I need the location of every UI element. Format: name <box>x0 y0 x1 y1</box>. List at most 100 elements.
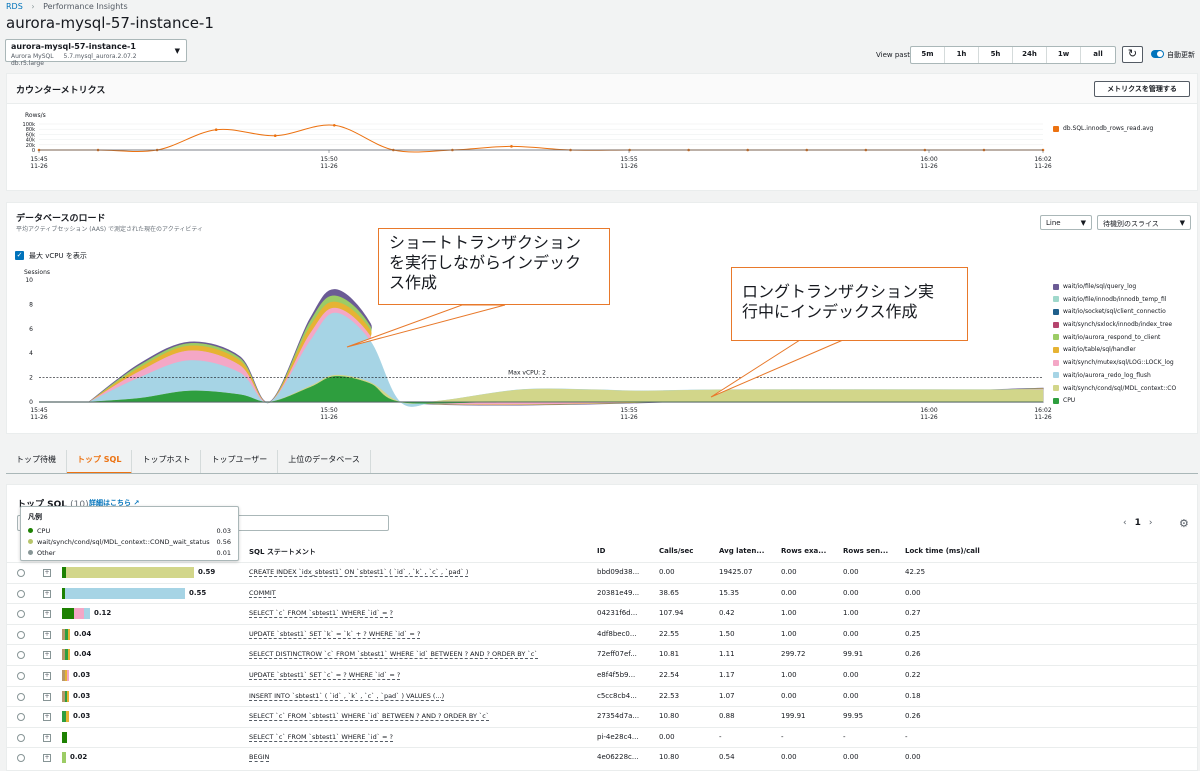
expand-icon[interactable]: + <box>43 672 51 680</box>
counter-xtick-date: 11-26 <box>1034 163 1052 170</box>
calls-per-sec: 10.81 <box>659 650 680 659</box>
row-radio[interactable] <box>17 672 25 680</box>
expand-icon[interactable]: + <box>43 713 51 722</box>
load-xtick-date: 11-26 <box>620 414 638 421</box>
view-past-5m[interactable]: 5m <box>911 47 945 63</box>
expand-icon[interactable]: + <box>43 692 51 701</box>
chart-type-select[interactable]: Line ▼ <box>1040 215 1092 230</box>
table-row[interactable]: +0.12 SELECT `c` FROM `sbtest1` WHERE `id… <box>7 603 1197 623</box>
table-row[interactable]: +0.03 SELECT `c` FROM `sbtest1` WHERE `id… <box>7 706 1197 726</box>
tooltip-label: wait/synch/cond/sql/MDL_context::COND_wa… <box>28 538 210 546</box>
sql-statement[interactable]: UPDATE `sbtest1` SET `k` = `k` + ? WHERE… <box>249 630 421 639</box>
col-sql[interactable]: SQL ステートメント <box>249 547 316 557</box>
load-legend-item[interactable]: wait/synch/mutex/sql/LOG::LOCK_log <box>1053 357 1176 368</box>
row-radio[interactable] <box>17 754 25 763</box>
sql-statement[interactable]: CREATE INDEX `idx_sbtest1` ON `sbtest1` … <box>249 568 469 577</box>
col-rows-sent[interactable]: Rows sen... <box>843 547 888 555</box>
col-rows-examined[interactable]: Rows exa... <box>781 547 826 555</box>
view-past-all[interactable]: all <box>1081 47 1115 63</box>
row-radio[interactable] <box>17 733 25 742</box>
sql-statement[interactable]: SELECT `c` FROM `sbtest1` WHERE `id` BET… <box>249 712 490 722</box>
load-legend-label: wait/io/aurora_redo_log_flush <box>1063 371 1151 379</box>
refresh-button[interactable]: ↻ <box>1122 46 1143 63</box>
breadcrumb-rds-link[interactable]: RDS <box>6 2 23 11</box>
load-legend-item[interactable]: wait/io/file/sql/query_log <box>1053 281 1176 292</box>
tab-top-sql[interactable]: トップ SQL <box>67 450 133 474</box>
row-radio[interactable] <box>17 713 25 722</box>
expand-icon[interactable]: + <box>43 610 51 619</box>
table-row[interactable]: +0.55 COMMIT 20381e49... 38.65 15.35 0.00 0.00… <box>7 582 1197 603</box>
view-past-1w[interactable]: 1w <box>1047 47 1081 63</box>
counter-xtick: 16:00 <box>920 156 937 163</box>
sql-statement[interactable]: COMMIT <box>249 589 276 598</box>
counter-xtick: 15:50 <box>320 156 337 163</box>
table-row[interactable]: + SELECT `c` FROM `sbtest1` WHERE `id` = … <box>7 726 1197 747</box>
manage-metrics-button[interactable]: メトリクスを管理する <box>1094 81 1190 97</box>
load-legend-item[interactable]: wait/io/file/innodb/innodb_temp_fil <box>1053 294 1176 305</box>
prev-page-icon[interactable]: ‹ <box>1123 518 1127 528</box>
show-vcpu-checkbox[interactable]: ✓ <box>15 251 24 260</box>
row-radio[interactable] <box>17 692 25 701</box>
table-row[interactable]: +0.03 INSERT INTO `sbtest1` ( `id` , `k` … <box>7 685 1197 706</box>
load-xtick-date: 11-26 <box>920 414 938 421</box>
next-page-icon[interactable]: › <box>1149 518 1153 528</box>
col-lock-time[interactable]: Lock time (ms)/call <box>905 547 980 555</box>
tooltip-row: Other 0.01 <box>28 547 231 558</box>
tab-top-hosts[interactable]: トップホスト <box>132 450 202 474</box>
view-past-1h[interactable]: 1h <box>945 47 979 63</box>
slice-select[interactable]: 待機別のスライス ▼ <box>1097 215 1191 230</box>
auto-refresh-toggle[interactable] <box>1151 50 1164 58</box>
avg-latency: - <box>719 732 722 741</box>
view-past-24h[interactable]: 24h <box>1013 47 1047 63</box>
col-id[interactable]: ID <box>597 547 605 555</box>
table-row[interactable]: +0.04 UPDATE `sbtest1` SET `k` = `k` + ? … <box>7 623 1197 644</box>
row-radio[interactable] <box>17 569 25 577</box>
tab-top-waits[interactable]: トップ待機 <box>6 450 67 474</box>
expand-icon[interactable]: + <box>43 733 51 742</box>
tab-top-users[interactable]: トップユーザー <box>201 450 279 474</box>
expand-icon[interactable]: + <box>43 569 51 577</box>
row-radio[interactable] <box>17 630 25 639</box>
col-latency[interactable]: Avg laten... <box>719 547 764 555</box>
caret-down-icon: ▼ <box>1080 219 1086 227</box>
expand-icon[interactable]: + <box>43 630 51 639</box>
view-past-5h[interactable]: 5h <box>979 47 1013 63</box>
load-legend-item[interactable]: wait/io/table/sql/handler <box>1053 344 1176 355</box>
counter-point <box>332 124 336 127</box>
sql-statement[interactable]: SELECT `c` FROM `sbtest1` WHERE `id` = ? <box>249 609 393 619</box>
load-legend-label: wait/synch/cond/sql/MDL_context::CO <box>1063 384 1177 392</box>
sql-statement[interactable]: SELECT DISTINCTROW `c` FROM `sbtest1` WH… <box>249 650 538 660</box>
load-legend-item[interactable]: wait/synch/sxlock/innodb/index_tree <box>1053 319 1176 330</box>
load-bar <box>62 608 90 620</box>
table-row[interactable]: +0.03 UPDATE `sbtest1` SET `c` = ? WHERE … <box>7 665 1197 685</box>
load-legend-item[interactable]: CPU <box>1053 395 1176 406</box>
gear-icon[interactable]: ⚙ <box>1179 517 1189 530</box>
expand-icon[interactable]: + <box>43 651 51 660</box>
col-calls[interactable]: Calls/sec <box>659 547 693 555</box>
load-legend-item[interactable]: wait/io/aurora_respond_to_client <box>1053 332 1176 343</box>
table-row[interactable]: +0.02 BEGIN 4e06228c... 10.80 0.54 0.00 0.00 0.… <box>7 747 1197 767</box>
load-legend-item[interactable]: wait/io/aurora_redo_log_flush <box>1053 370 1176 381</box>
sql-statement[interactable]: INSERT INTO `sbtest1` ( `id` , `k` , `c`… <box>249 692 445 701</box>
rows-sent: 0.00 <box>843 671 859 679</box>
rows-examined: 1.00 <box>781 609 797 618</box>
load-legend-label: wait/io/socket/sql/client_connectio <box>1063 308 1166 316</box>
load-legend-item[interactable]: wait/synch/cond/sql/MDL_context::CO <box>1053 383 1176 394</box>
table-row[interactable]: +0.59 CREATE INDEX `idx_sbtest1` ON `sbte… <box>7 562 1197 582</box>
load-legend-item[interactable]: wait/io/socket/sql/client_connectio <box>1053 306 1176 317</box>
row-radio[interactable] <box>17 651 25 660</box>
tab-top-databases[interactable]: 上位のデータベース <box>278 450 371 474</box>
row-radio[interactable] <box>17 589 25 598</box>
instance-select[interactable]: aurora-mysql-57-instance-1 Aurora MySQL … <box>5 39 187 67</box>
sql-statement[interactable]: BEGIN <box>249 753 270 763</box>
row-radio[interactable] <box>17 610 25 619</box>
expand-icon[interactable]: + <box>43 754 51 763</box>
counter-legend-label: db.SQL.innodb_rows_read.avg <box>1063 125 1154 132</box>
load-value: 0.59 <box>198 568 216 576</box>
current-page[interactable]: 1 <box>1135 518 1141 528</box>
expand-icon[interactable]: + <box>43 589 51 598</box>
sql-statement[interactable]: SELECT `c` FROM `sbtest1` WHERE `id` = ? <box>249 733 393 742</box>
sql-statement[interactable]: UPDATE `sbtest1` SET `c` = ? WHERE `id` … <box>249 671 401 680</box>
table-row[interactable]: +0.04 SELECT DISTINCTROW `c` FROM `sbtest… <box>7 644 1197 664</box>
legend-swatch <box>1053 283 1059 290</box>
